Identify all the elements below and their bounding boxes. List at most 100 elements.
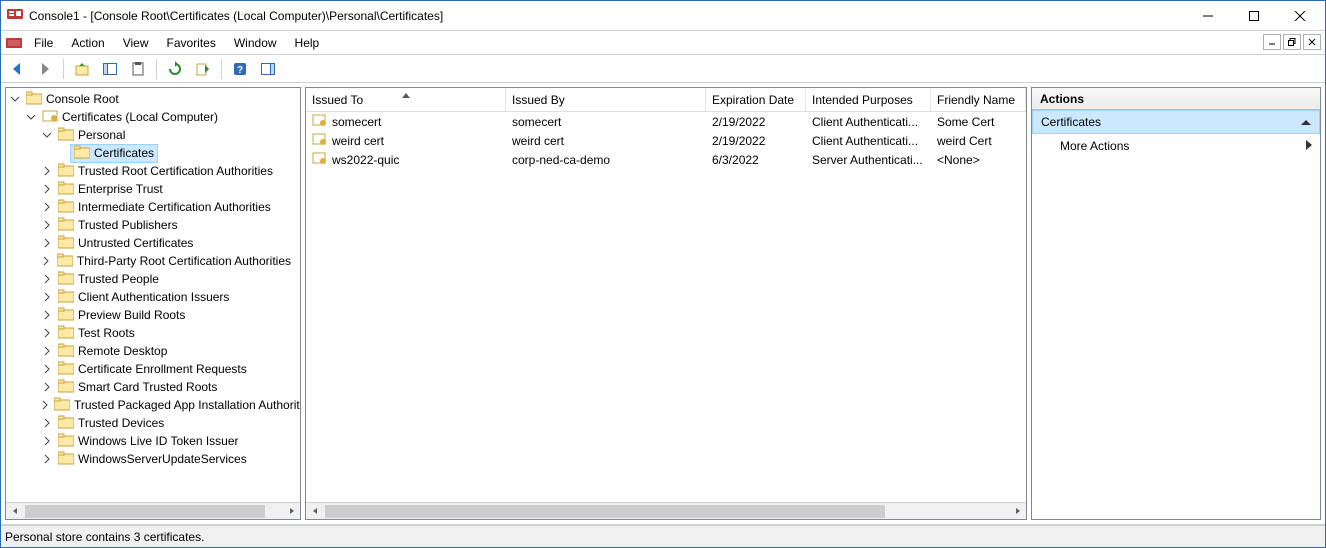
- minimize-button[interactable]: [1185, 1, 1231, 31]
- column-issued-to[interactable]: Issued To: [306, 88, 506, 111]
- mdi-minimize[interactable]: [1263, 34, 1281, 50]
- actions-item-label: More Actions: [1060, 139, 1129, 153]
- expander-closed-icon[interactable]: [40, 344, 54, 358]
- scroll-thumb[interactable]: [325, 505, 885, 518]
- tree-folder[interactable]: Preview Build Roots: [6, 306, 300, 324]
- expander-closed-icon[interactable]: [40, 308, 54, 322]
- actions-more-actions[interactable]: More Actions: [1032, 134, 1320, 158]
- tree-folder[interactable]: Client Authentication Issuers: [6, 288, 300, 306]
- expander-closed-icon[interactable]: [40, 254, 53, 268]
- maximize-button[interactable]: [1231, 1, 1277, 31]
- expander-closed-icon[interactable]: [40, 362, 54, 376]
- expander-closed-icon[interactable]: [40, 452, 54, 466]
- menu-action[interactable]: Action: [62, 31, 113, 54]
- folder-icon: [58, 127, 74, 144]
- expander-none: [56, 146, 70, 160]
- tree-folder[interactable]: Enterprise Trust: [6, 180, 300, 198]
- expander-closed-icon[interactable]: [40, 236, 54, 250]
- column-expiration[interactable]: Expiration Date: [706, 88, 806, 111]
- refresh-button[interactable]: [163, 57, 187, 81]
- table-row[interactable]: somecertsomecert2/19/2022Client Authenti…: [306, 112, 1026, 131]
- help-button[interactable]: ?: [228, 57, 252, 81]
- expander-closed-icon[interactable]: [40, 218, 54, 232]
- expander-closed-icon[interactable]: [40, 434, 54, 448]
- table-row[interactable]: weird certweird cert2/19/2022Client Auth…: [306, 131, 1026, 150]
- tree-folder[interactable]: Trusted Devices: [6, 414, 300, 432]
- scroll-right-button[interactable]: [283, 503, 300, 520]
- menu-window[interactable]: Window: [225, 31, 286, 54]
- scroll-left-button[interactable]: [6, 503, 23, 520]
- tree-certificates-local-computer[interactable]: Certificates (Local Computer): [6, 108, 300, 126]
- list-horizontal-scrollbar[interactable]: [306, 502, 1026, 519]
- tree-folder[interactable]: Intermediate Certification Authorities: [6, 198, 300, 216]
- tree-folder[interactable]: Remote Desktop: [6, 342, 300, 360]
- expander-open-icon[interactable]: [24, 110, 38, 124]
- expander-closed-icon[interactable]: [40, 326, 54, 340]
- folder-icon: [54, 397, 70, 414]
- cell-issued-by: somecert: [506, 115, 706, 129]
- tree-label-text: Trusted People: [78, 272, 159, 286]
- expander-closed-icon[interactable]: [40, 380, 54, 394]
- up-button[interactable]: [70, 57, 94, 81]
- mdi-restore[interactable]: [1283, 34, 1301, 50]
- expander-closed-icon[interactable]: [40, 200, 54, 214]
- menu-favorites[interactable]: Favorites: [158, 31, 225, 54]
- mdi-app-icon[interactable]: [3, 31, 25, 54]
- expander-closed-icon[interactable]: [40, 164, 54, 178]
- tree-folder[interactable]: Windows Live ID Token Issuer: [6, 432, 300, 450]
- actions-group-certificates[interactable]: Certificates: [1032, 110, 1320, 134]
- expander-closed-icon[interactable]: [40, 398, 50, 412]
- menu-help[interactable]: Help: [286, 31, 329, 54]
- column-purposes[interactable]: Intended Purposes: [806, 88, 931, 111]
- expander-open-icon[interactable]: [8, 92, 22, 106]
- tree-folder[interactable]: Test Roots: [6, 324, 300, 342]
- tree-folder[interactable]: Trusted Packaged App Installation Author…: [6, 396, 300, 414]
- certificate-icon: [312, 132, 328, 149]
- tree-folder[interactable]: Untrusted Certificates: [6, 234, 300, 252]
- tree-horizontal-scrollbar[interactable]: [6, 502, 300, 519]
- tree-folder[interactable]: Certificate Enrollment Requests: [6, 360, 300, 378]
- certificate-snapin-icon: [42, 109, 58, 126]
- forward-button[interactable]: [33, 57, 57, 81]
- tree-folder[interactable]: Trusted Root Certification Authorities: [6, 162, 300, 180]
- clipboard-button[interactable]: [126, 57, 150, 81]
- scroll-thumb[interactable]: [25, 505, 265, 518]
- tree-scroll[interactable]: Console Root Certificates (Local Compute…: [6, 88, 300, 502]
- tree-console-root[interactable]: Console Root: [6, 90, 300, 108]
- expander-closed-icon[interactable]: [40, 416, 54, 430]
- table-row[interactable]: ws2022-quiccorp-ned-ca-demo6/3/2022Serve…: [306, 150, 1026, 169]
- column-label: Intended Purposes: [812, 93, 913, 107]
- back-button[interactable]: [5, 57, 29, 81]
- show-hide-action-button[interactable]: [256, 57, 280, 81]
- tree-personal[interactable]: Personal: [6, 126, 300, 144]
- cell-expiration: 2/19/2022: [706, 134, 806, 148]
- mdi-close[interactable]: [1303, 34, 1321, 50]
- expander-closed-icon[interactable]: [40, 272, 54, 286]
- menu-file[interactable]: File: [25, 31, 62, 54]
- tree-folder[interactable]: WindowsServerUpdateServices: [6, 450, 300, 468]
- tree-label-text: Personal: [78, 128, 125, 142]
- tree-personal-certificates[interactable]: Certificates: [6, 144, 300, 162]
- expander-open-icon[interactable]: [40, 128, 54, 142]
- menu-view[interactable]: View: [114, 31, 158, 54]
- tree-label-text: Trusted Root Certification Authorities: [78, 164, 273, 178]
- list-body[interactable]: somecertsomecert2/19/2022Client Authenti…: [306, 112, 1026, 502]
- tree-folder[interactable]: Trusted Publishers: [6, 216, 300, 234]
- cell-expiration: 2/19/2022: [706, 115, 806, 129]
- export-button[interactable]: [191, 57, 215, 81]
- scroll-left-button[interactable]: [306, 503, 323, 520]
- tree-folder[interactable]: Third-Party Root Certification Authoriti…: [6, 252, 300, 270]
- cell-friendly: <None>: [931, 153, 1026, 167]
- expander-closed-icon[interactable]: [40, 290, 54, 304]
- toolbar: ?: [1, 55, 1325, 83]
- expander-closed-icon[interactable]: [40, 182, 54, 196]
- show-hide-tree-button[interactable]: [98, 57, 122, 81]
- column-friendly-name[interactable]: Friendly Name: [931, 88, 1026, 111]
- column-issued-by[interactable]: Issued By: [506, 88, 706, 111]
- tree-folder[interactable]: Smart Card Trusted Roots: [6, 378, 300, 396]
- scroll-track[interactable]: [323, 503, 1009, 520]
- scroll-right-button[interactable]: [1009, 503, 1026, 520]
- scroll-track[interactable]: [23, 503, 283, 520]
- tree-folder[interactable]: Trusted People: [6, 270, 300, 288]
- close-button[interactable]: [1277, 1, 1323, 31]
